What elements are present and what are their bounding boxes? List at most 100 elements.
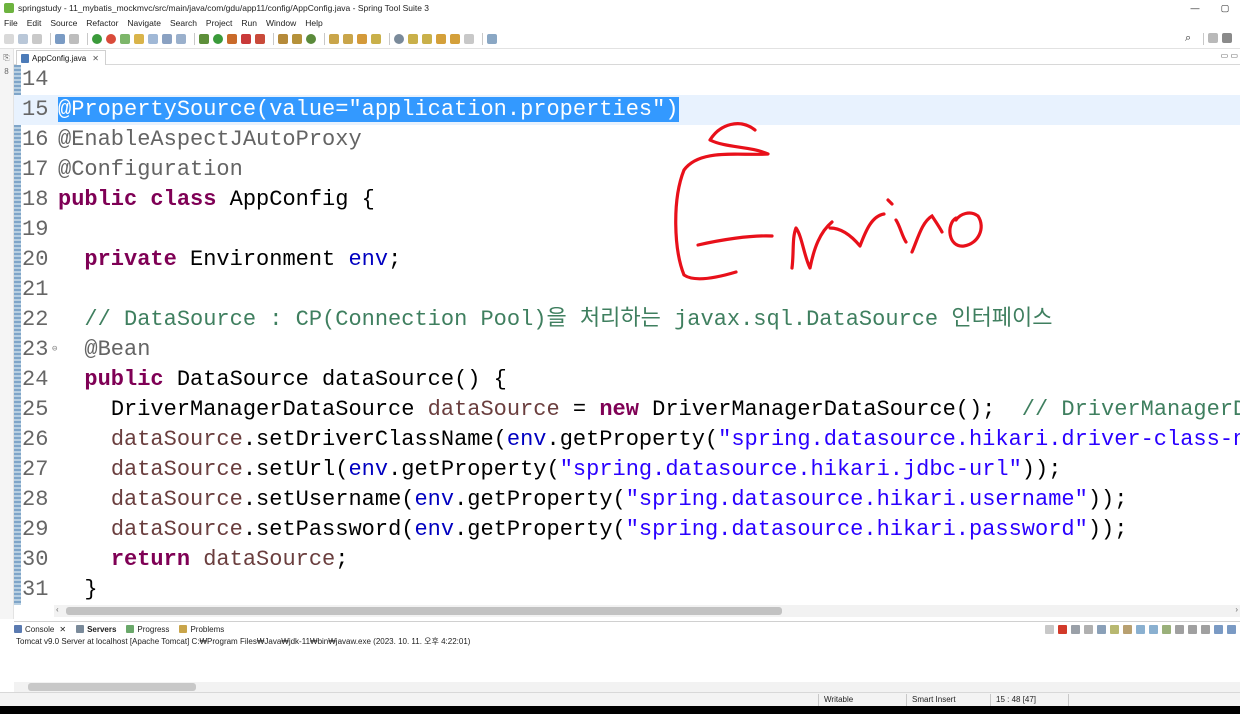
problems-icon <box>179 625 188 633</box>
menu-window[interactable]: Window <box>266 18 296 28</box>
clear-console-icon[interactable] <box>1097 625 1106 634</box>
open-console-icon[interactable] <box>55 33 65 44</box>
minimize-button[interactable]: — <box>1180 0 1210 16</box>
server-icon[interactable] <box>255 33 265 44</box>
console-horizontal-scrollbar[interactable] <box>14 682 1240 692</box>
keyword: public <box>84 367 164 392</box>
field: env <box>414 517 455 542</box>
display-console-icon[interactable] <box>1175 625 1184 634</box>
search-file-icon[interactable] <box>148 33 158 44</box>
tab-appconfig-java[interactable]: AppConfig.java ✕ <box>16 50 106 65</box>
menu-search[interactable]: Search <box>170 18 197 28</box>
browser-icon[interactable] <box>394 33 404 44</box>
menu-navigate[interactable]: Navigate <box>127 18 161 28</box>
menu-file[interactable]: File <box>4 18 18 28</box>
new-icon[interactable] <box>4 33 14 44</box>
open-type-icon[interactable] <box>120 33 130 44</box>
pin-console-icon[interactable] <box>1162 625 1171 634</box>
new-java-project-icon[interactable] <box>278 33 288 44</box>
tab-console[interactable]: Console ✕ <box>14 625 66 634</box>
fold-toggle-icon[interactable]: ⊖ <box>52 344 57 354</box>
external-tools-icon[interactable] <box>241 33 251 44</box>
scroll-lock-icon[interactable] <box>1110 625 1119 634</box>
new-console-icon[interactable] <box>1201 625 1210 634</box>
stop-icon[interactable] <box>106 33 116 44</box>
scrollbar-thumb[interactable] <box>28 683 196 691</box>
new-package-icon[interactable] <box>292 33 302 44</box>
run-icon[interactable] <box>213 33 223 44</box>
open-folder-icon[interactable] <box>329 33 339 44</box>
toolbar-separator <box>389 32 390 45</box>
toggle-mark-icon[interactable] <box>162 33 172 44</box>
back-icon[interactable] <box>450 33 460 44</box>
previous-annotation-icon[interactable] <box>422 33 432 44</box>
tab-label: Console <box>25 624 55 634</box>
tab-label: Servers <box>87 624 117 634</box>
open-task-icon[interactable] <box>134 33 144 44</box>
package-explorer-icon[interactable]: 8 <box>0 67 13 76</box>
search-icon[interactable]: ⌕ <box>1185 33 1195 44</box>
last-edit-icon[interactable] <box>436 33 446 44</box>
terminate-icon[interactable] <box>1045 625 1054 634</box>
tab-problems[interactable]: Problems <box>179 625 224 634</box>
line-number: 27 <box>22 457 49 482</box>
stop-icon[interactable] <box>1058 625 1067 634</box>
perspective-icon[interactable] <box>1208 33 1218 43</box>
show-on-error-icon[interactable] <box>1149 625 1158 634</box>
close-tab-icon[interactable]: ✕ <box>59 625 66 634</box>
scroll-right-icon[interactable]: › <box>1235 605 1238 614</box>
remove-launch-icon[interactable] <box>1071 625 1080 634</box>
menu-run[interactable]: Run <box>241 18 257 28</box>
remove-all-icon[interactable] <box>1084 625 1093 634</box>
close-tab-icon[interactable]: ✕ <box>92 54 99 63</box>
annotation-icon[interactable] <box>357 33 367 44</box>
skip-breakpoints-icon[interactable] <box>69 33 79 44</box>
tab-servers[interactable]: Servers <box>76 625 116 634</box>
status-writable: Writable <box>824 695 854 704</box>
code-editor[interactable]: 14 15 @PropertySource(value="application… <box>14 65 1240 605</box>
debug-icon[interactable] <box>199 33 209 44</box>
code-line-25: 25 DriverManagerDataSource dataSource = … <box>14 395 1240 425</box>
code-text: = <box>559 397 600 422</box>
code-text: .setUrl( <box>242 457 349 482</box>
menu-help[interactable]: Help <box>305 18 322 28</box>
menu-refactor[interactable]: Refactor <box>86 18 118 28</box>
pin-editor-icon[interactable] <box>487 33 497 44</box>
java-perspective-icon[interactable] <box>1222 33 1232 43</box>
spring-boot-icon[interactable] <box>92 33 102 44</box>
save-icon[interactable] <box>18 33 28 44</box>
line-number: 25 <box>22 397 49 422</box>
code-line-24: 24 public DataSource dataSource() { <box>14 365 1240 395</box>
show-whitespace-icon[interactable] <box>176 33 186 44</box>
new-class-icon[interactable] <box>306 33 316 44</box>
save-all-icon[interactable] <box>32 33 42 44</box>
maximize-view-icon[interactable] <box>1227 625 1236 634</box>
scroll-left-icon[interactable]: ‹ <box>56 605 59 614</box>
open-resource-icon[interactable] <box>343 33 353 44</box>
forward-icon[interactable] <box>464 33 474 44</box>
tab-progress[interactable]: Progress <box>126 625 169 634</box>
maximize-button[interactable]: ▢ <box>1210 0 1240 16</box>
menu-project[interactable]: Project <box>206 18 232 28</box>
word-wrap-icon[interactable] <box>1123 625 1132 634</box>
editor-maximize-controls[interactable]: ▭ ▭ <box>1221 51 1238 60</box>
restore-view-icon[interactable]: ⎘ <box>0 53 13 63</box>
open-console-icon[interactable] <box>1188 625 1197 634</box>
line-number: 21 <box>22 277 49 302</box>
menu-edit[interactable]: Edit <box>27 18 42 28</box>
next-annotation-icon[interactable] <box>408 33 418 44</box>
editor-horizontal-scrollbar[interactable]: ‹ › <box>54 605 1240 617</box>
scrollbar-thumb[interactable] <box>66 607 782 615</box>
code-text: DriverManagerDataSource(); <box>638 397 1022 422</box>
task-icon[interactable] <box>371 33 381 44</box>
show-on-output-icon[interactable] <box>1136 625 1145 634</box>
title-bar: springstudy - 11_mybatis_mockmvc/src/mai… <box>0 0 1240 16</box>
code-text: AppConfig { <box>216 187 375 212</box>
menu-source[interactable]: Source <box>50 18 77 28</box>
minimize-view-icon[interactable] <box>1214 625 1223 634</box>
code-text: )); <box>1087 517 1128 542</box>
coverage-icon[interactable] <box>227 33 237 44</box>
console-output[interactable] <box>14 648 1240 682</box>
